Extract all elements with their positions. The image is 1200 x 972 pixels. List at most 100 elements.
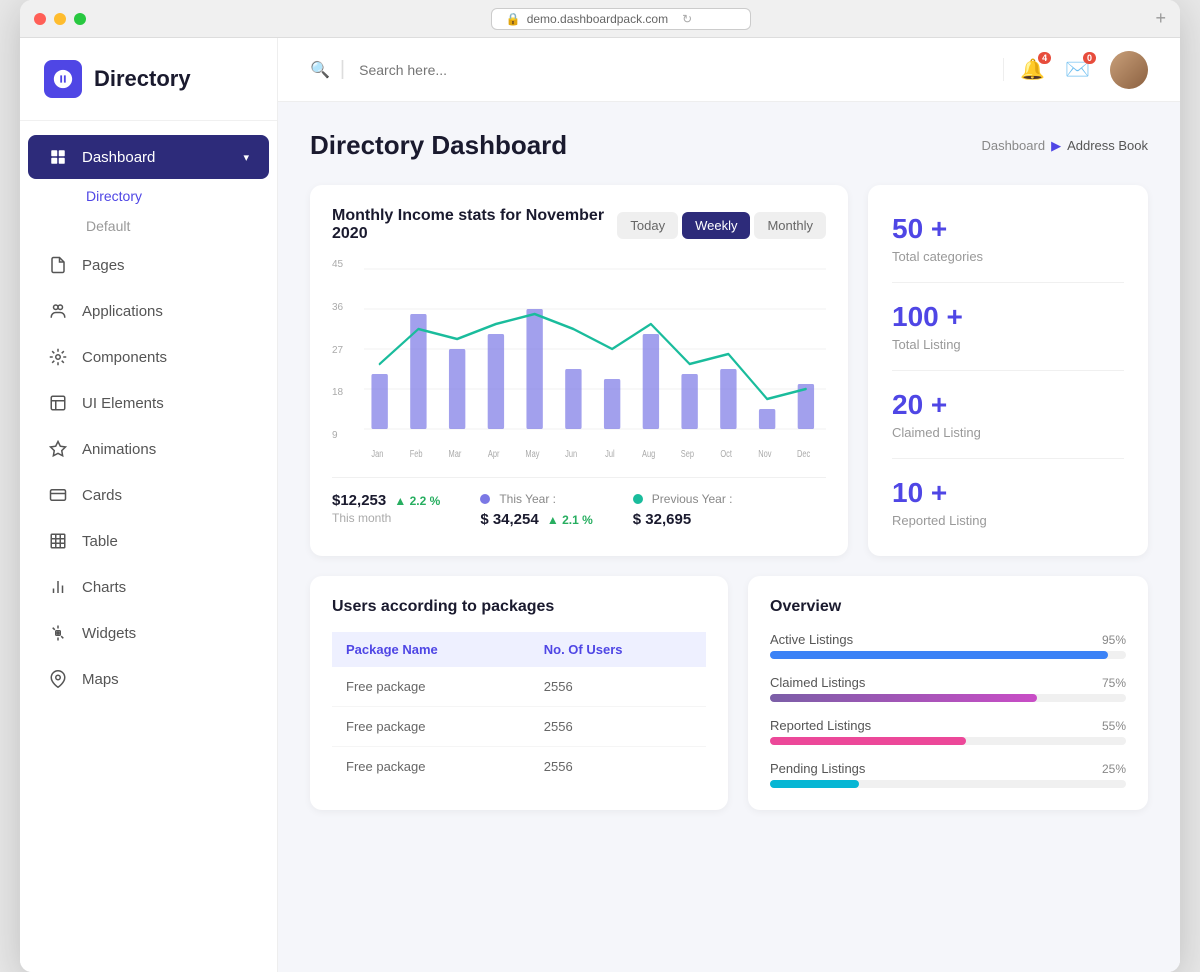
notification-button[interactable]: 🔔 4: [1020, 57, 1045, 82]
breadcrumb-root: Dashboard: [981, 138, 1045, 153]
sidebar-item-ui-elements[interactable]: UI Elements: [28, 381, 269, 425]
dashboard-sub-menu: Directory Default: [20, 181, 277, 241]
svg-text:Oct: Oct: [720, 448, 732, 459]
search-area: 🔍 |: [310, 58, 1004, 81]
stat-label-0: Total categories: [892, 249, 1124, 264]
progress-reported-fill: [770, 737, 966, 745]
progress-claimed-label: Claimed Listings: [770, 675, 865, 690]
logo-text: Directory: [94, 66, 191, 92]
stat-item-3: 10 + Reported Listing: [892, 459, 1124, 528]
progress-reported-pct: 55%: [1102, 719, 1126, 733]
chart-svg: Jan Feb Mar Apr May Jun Jul Aug Sep Oct: [364, 259, 826, 469]
new-tab-button[interactable]: +: [1155, 8, 1166, 29]
sidebar-item-widgets[interactable]: Widgets: [28, 611, 269, 655]
search-icon: 🔍: [310, 60, 330, 80]
progress-pending-bg: [770, 780, 1126, 788]
page-title: Directory Dashboard: [310, 130, 567, 161]
stat-item-0: 50 + Total categories: [892, 213, 1124, 283]
chart-tab-weekly[interactable]: Weekly: [682, 212, 750, 239]
maximize-dot[interactable]: [74, 13, 86, 25]
package-users-1: 2556: [530, 707, 706, 747]
bottom-row: Users according to packages Package Name…: [310, 576, 1148, 810]
applications-icon: [48, 301, 68, 321]
this-month-value: $12,253 ▲ 2.2 %: [332, 492, 440, 509]
svg-text:Nov: Nov: [758, 448, 772, 459]
sidebar-item-pages-label: Pages: [82, 257, 125, 274]
stat-label-3: Reported Listing: [892, 513, 1124, 528]
table-row: Free package 2556: [332, 747, 706, 787]
overview-title: Overview: [770, 598, 1126, 616]
stat-label-2: Claimed Listing: [892, 425, 1124, 440]
url-bar[interactable]: 🔒 demo.dashboardpack.com ↻: [491, 8, 751, 30]
stats-panel: 50 + Total categories 100 + Total Listin…: [868, 185, 1148, 556]
this-year-change: ▲ 2.1 %: [547, 513, 593, 527]
progress-reported-label-row: Reported Listings 55%: [770, 718, 1126, 733]
breadcrumb: Dashboard ▶ Address Book: [981, 138, 1148, 154]
message-badge: 0: [1083, 52, 1096, 64]
prev-year-stat: Previous Year : $ 32,695: [633, 492, 733, 528]
progress-reported: Reported Listings 55%: [770, 718, 1126, 745]
table-row: Free package 2556: [332, 707, 706, 747]
sidebar-item-cards[interactable]: Cards: [28, 473, 269, 517]
sidebar-item-components[interactable]: Components: [28, 335, 269, 379]
sidebar-sub-directory[interactable]: Directory: [74, 181, 277, 211]
chart-header: Monthly Income stats for November 2020 T…: [332, 207, 826, 243]
package-name-2: Free package: [332, 747, 530, 787]
sidebar-item-table-label: Table: [82, 533, 118, 550]
progress-claimed-fill: [770, 694, 1037, 702]
minimize-dot[interactable]: [54, 13, 66, 25]
sidebar-item-dashboard[interactable]: Dashboard ▾: [28, 135, 269, 179]
col-package-name: Package Name: [332, 632, 530, 667]
sidebar-item-charts[interactable]: Charts: [28, 565, 269, 609]
breadcrumb-current: Address Book: [1067, 138, 1148, 153]
sidebar-item-maps[interactable]: Maps: [28, 657, 269, 701]
svg-text:Jan: Jan: [371, 448, 383, 459]
sidebar-item-pages[interactable]: Pages: [28, 243, 269, 287]
sidebar-item-widgets-label: Widgets: [82, 625, 136, 642]
this-year-legend: This Year :: [480, 492, 592, 506]
this-year-dot: [480, 494, 490, 504]
logo-svg: [52, 68, 74, 90]
y-label-45: 45: [332, 259, 343, 270]
user-avatar[interactable]: [1110, 51, 1148, 89]
breadcrumb-separator: ▶: [1051, 138, 1061, 154]
progress-active-label-row: Active Listings 95%: [770, 632, 1126, 647]
this-month-change: ▲ 2.2 %: [394, 494, 440, 508]
progress-reported-bg: [770, 737, 1126, 745]
stat-item-1: 100 + Total Listing: [892, 283, 1124, 371]
chart-tab-monthly[interactable]: Monthly: [754, 212, 826, 239]
progress-claimed-bg: [770, 694, 1126, 702]
y-label-9: 9: [332, 430, 343, 441]
sidebar-item-applications[interactable]: Applications: [28, 289, 269, 333]
stats-row: Monthly Income stats for November 2020 T…: [310, 185, 1148, 556]
animations-icon: [48, 439, 68, 459]
sidebar-item-table[interactable]: Table: [28, 519, 269, 563]
pages-icon: [48, 255, 68, 275]
topbar: 🔍 | 🔔 4 ✉️ 0: [278, 38, 1180, 102]
this-year-legend-label: This Year :: [499, 492, 556, 506]
message-button[interactable]: ✉️ 0: [1065, 57, 1090, 82]
close-dot[interactable]: [34, 13, 46, 25]
sidebar-item-animations-label: Animations: [82, 441, 156, 458]
this-year-value: $ 34,254 ▲ 2.1 %: [480, 511, 592, 528]
chart-tab-today[interactable]: Today: [617, 212, 678, 239]
search-input[interactable]: [359, 62, 559, 78]
stat-number-2: 20 +: [892, 389, 1124, 421]
progress-active: Active Listings 95%: [770, 632, 1126, 659]
svg-text:Jul: Jul: [605, 448, 615, 459]
table-icon: [48, 531, 68, 551]
sidebar-item-applications-label: Applications: [82, 303, 163, 320]
y-label-27: 27: [332, 345, 343, 356]
svg-text:Sep: Sep: [681, 448, 694, 459]
refresh-icon[interactable]: ↻: [682, 12, 692, 26]
progress-reported-label: Reported Listings: [770, 718, 871, 733]
progress-claimed-pct: 75%: [1102, 676, 1126, 690]
sidebar-sub-default[interactable]: Default: [74, 211, 277, 241]
sidebar-item-animations[interactable]: Animations: [28, 427, 269, 471]
packages-table: Package Name No. Of Users Free package 2…: [332, 632, 706, 786]
topbar-actions: 🔔 4 ✉️ 0: [1020, 51, 1148, 89]
main-layout: Directory Dashboard ▾ Directory Default: [20, 38, 1180, 972]
ui-elements-icon: [48, 393, 68, 413]
chart-card: Monthly Income stats for November 2020 T…: [310, 185, 848, 556]
overview-card: Overview Active Listings 95%: [748, 576, 1148, 810]
